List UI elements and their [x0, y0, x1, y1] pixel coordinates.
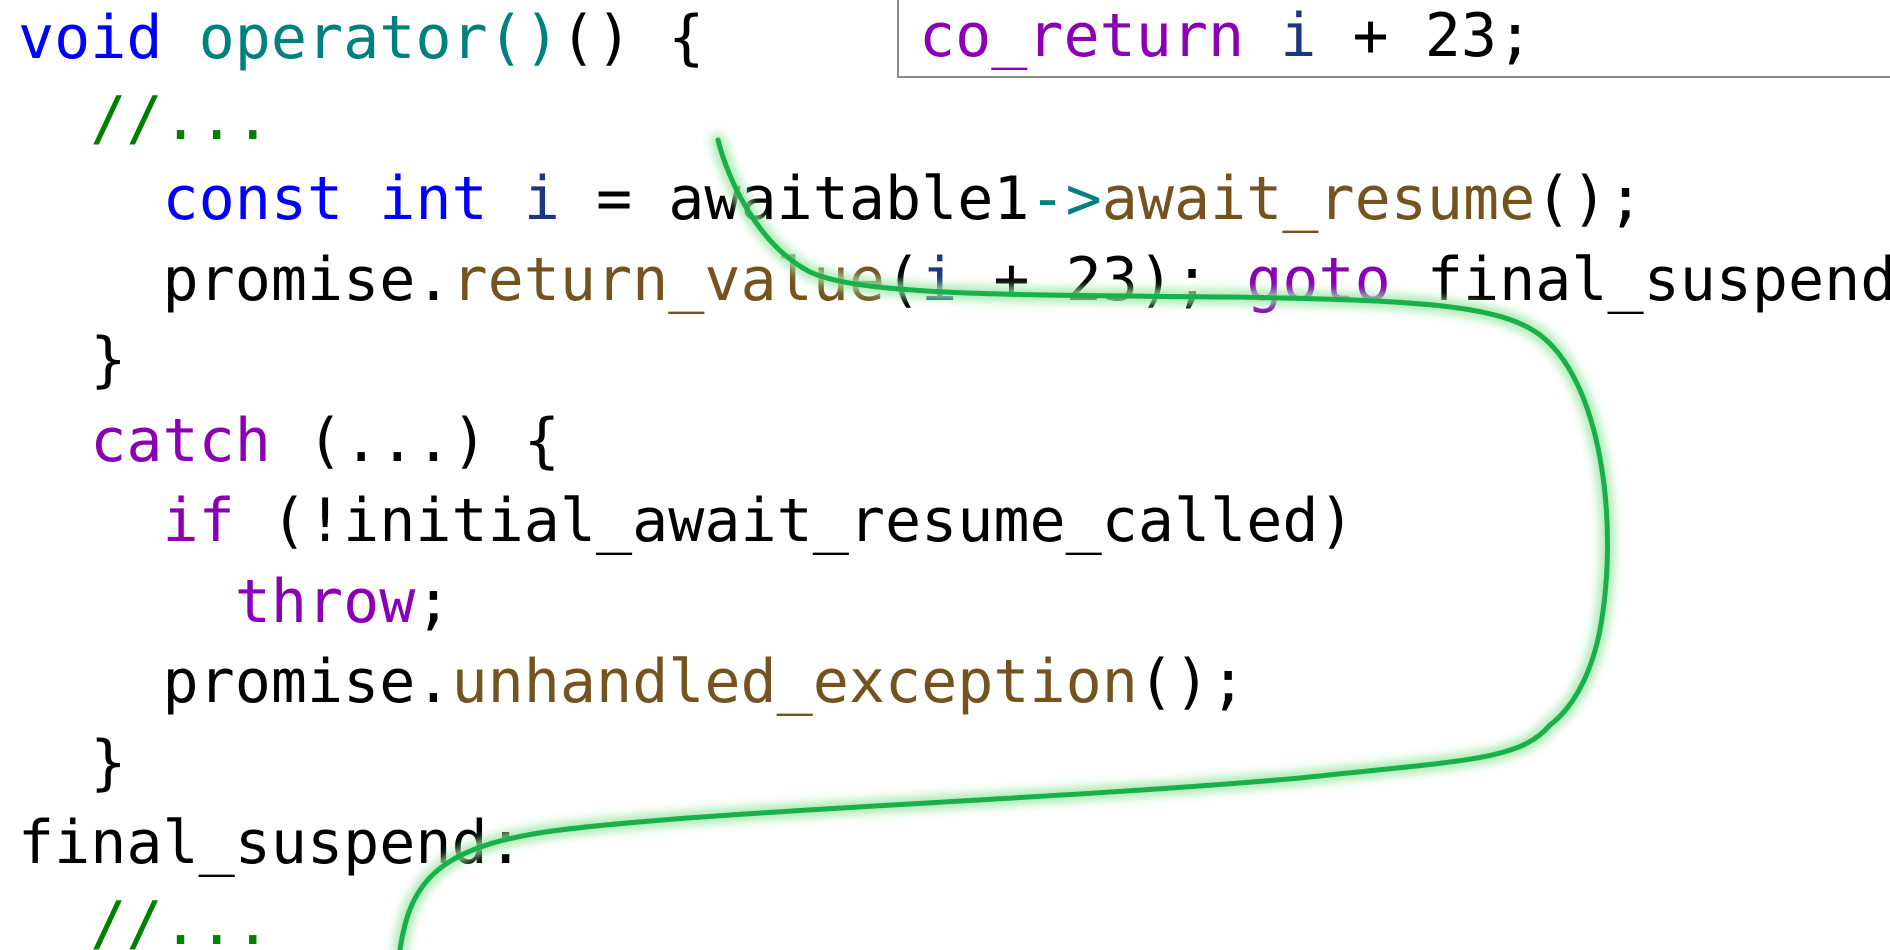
- code-token-keyword: void: [18, 3, 163, 73]
- callout-token-default: [1244, 1, 1280, 71]
- code-token-variable: i: [523, 164, 560, 234]
- code-token-default: [163, 3, 199, 73]
- code-line: promise.return_value(i + 23); goto final…: [18, 240, 1890, 321]
- code-token-keyword: int: [379, 164, 488, 234]
- code-token-comment: //...: [90, 888, 271, 950]
- code-line: //...: [18, 79, 1890, 160]
- code-token-arrow_op: ->: [1029, 164, 1102, 234]
- code-token-default: }: [18, 325, 127, 395]
- code-token-default: final_suspend:: [18, 808, 524, 878]
- code-token-default: + 23);: [957, 244, 1247, 315]
- code-line: const int i = awaitable1->await_resume()…: [18, 159, 1890, 240]
- code-token-comment: //...: [90, 83, 271, 154]
- code-token-default: (!initial_await_resume_called): [234, 486, 1355, 556]
- code-token-default: }: [18, 727, 127, 798]
- code-line: throw;: [18, 562, 1890, 643]
- code-token-default: [343, 164, 379, 234]
- code-block: void operator()() { //... const int i = …: [18, 0, 1890, 950]
- code-token-default: () {: [559, 3, 705, 73]
- code-line: catch (...) {: [18, 401, 1890, 482]
- co-return-callout: co_return i + 23;: [897, 0, 1890, 78]
- code-figure: void operator()() { //... const int i = …: [0, 0, 1890, 950]
- code-token-default: promise.: [18, 647, 452, 717]
- code-token-keyword: const: [162, 164, 344, 234]
- code-token-default: (...) {: [270, 405, 560, 476]
- code-token-default: ;: [415, 566, 452, 637]
- code-token-default: [18, 567, 235, 637]
- code-token-default: promise.: [18, 244, 452, 315]
- code-token-default: ();: [1137, 647, 1247, 717]
- code-line: //...: [18, 884, 1890, 950]
- code-token-default: [18, 889, 90, 950]
- code-token-default: final_suspend;: [1390, 244, 1890, 315]
- code-token-default: [18, 164, 163, 234]
- code-token-control: catch: [90, 405, 271, 476]
- code-token-control: goto: [1246, 244, 1391, 315]
- code-token-variable: i: [921, 244, 958, 315]
- code-token-default: = awaitable1: [559, 164, 1030, 234]
- code-line: }: [18, 723, 1890, 804]
- code-token-member: return_value: [451, 244, 885, 315]
- code-token-default: ();: [1535, 164, 1644, 234]
- code-token-default: (: [884, 244, 922, 315]
- code-token-member: unhandled_exception: [451, 647, 1138, 717]
- code-line: final_suspend:: [18, 803, 1890, 884]
- code-line: }: [18, 320, 1890, 401]
- code-line: if (!initial_await_resume_called): [18, 481, 1890, 562]
- code-token-default: [18, 486, 163, 556]
- code-token-default: [488, 164, 524, 234]
- code-line: promise.unhandled_exception();: [18, 642, 1890, 723]
- callout-token-variable: i: [1280, 1, 1317, 71]
- code-token-member: await_resume: [1101, 164, 1536, 234]
- code-token-default: [18, 406, 90, 476]
- callout-token-control: co_return: [919, 1, 1245, 71]
- code-token-control: if: [162, 486, 235, 556]
- callout-token-default: + 23;: [1316, 1, 1534, 71]
- code-token-control: throw: [234, 566, 416, 637]
- code-token-function: operator(): [198, 3, 560, 73]
- code-token-default: [18, 84, 90, 154]
